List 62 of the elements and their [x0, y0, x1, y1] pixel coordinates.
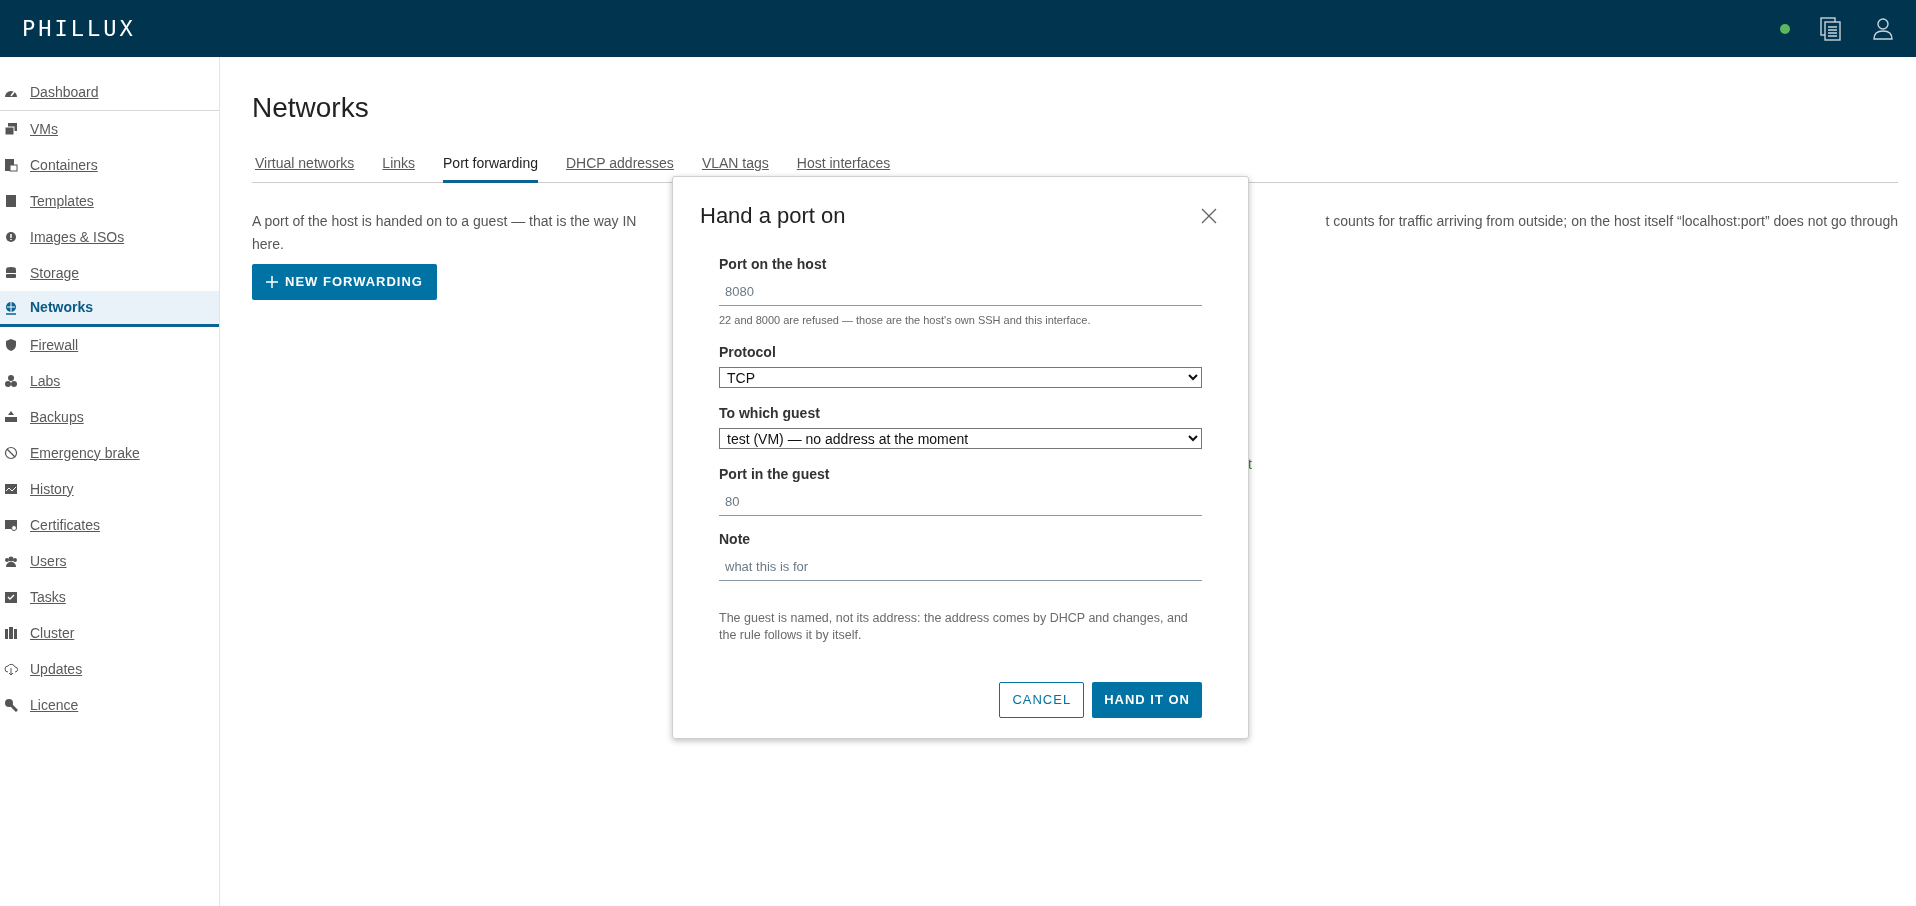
- cloud-download-icon: [4, 662, 18, 676]
- sidebar-item[interactable]: History: [0, 471, 219, 507]
- sidebar-item[interactable]: Users: [0, 543, 219, 579]
- database-icon: [4, 266, 18, 280]
- sidebar-item[interactable]: Emergency brake: [0, 435, 219, 471]
- field-label: Note: [719, 529, 752, 549]
- tab[interactable]: Links: [382, 153, 416, 183]
- sidebar-item[interactable]: Updates: [0, 651, 219, 687]
- sidebar-item[interactable]: Storage: [0, 255, 219, 291]
- tab[interactable]: VLAN tags: [701, 153, 769, 183]
- sidebar-item[interactable]: Firewall: [0, 327, 219, 363]
- new-forwarding-button[interactable]: NEW FORWARDING: [252, 264, 437, 300]
- dropdown[interactable]: test (VM) — no address at the moment: [719, 428, 1202, 449]
- description-text: t counts for traffic arriving from outside; on the host itself “localhost:port” does not go through: [1325, 212, 1898, 231]
- sidebar-item[interactable]: Dashboard: [0, 75, 219, 111]
- close-icon[interactable]: [1201, 207, 1217, 224]
- dropdown[interactable]: TCP: [719, 367, 1202, 388]
- sidebar-item[interactable]: Certificates: [0, 507, 219, 543]
- users-icon: [4, 554, 18, 568]
- input-field[interactable]: 80: [719, 487, 1202, 516]
- hand-it-on-button[interactable]: HAND IT ON: [1092, 681, 1202, 718]
- plus-icon: [266, 276, 278, 288]
- description-text: here.: [252, 236, 284, 252]
- exclamation-circle-icon: [4, 230, 18, 244]
- sidebar-item[interactable]: Containers: [0, 147, 219, 183]
- chart-icon: [4, 482, 18, 496]
- sidebar-item[interactable]: Images & ISOs: [0, 219, 219, 255]
- page-title: Networks: [252, 91, 370, 125]
- stacked-squares-icon: [4, 122, 18, 136]
- user-icon[interactable]: [1872, 16, 1894, 41]
- dialog-note: The guest is named, not its address: the address comes by DHCP and changes, and the rule follows it by itself.: [719, 609, 1189, 644]
- tab[interactable]: Virtual networks: [255, 153, 355, 183]
- tab[interactable]: Host interfaces: [796, 153, 891, 183]
- field-label: To which guest: [719, 403, 821, 423]
- field-label: Port in the guest: [719, 464, 831, 484]
- sidebar-item[interactable]: Networks: [0, 291, 219, 327]
- input-field[interactable]: what this is for: [719, 552, 1202, 581]
- calendar-check-icon: [4, 590, 18, 604]
- field-label: Port on the host: [719, 255, 828, 274]
- field-hint: 22 and 8000 are refused — those are the host's own SSH and this interface.: [719, 313, 1092, 328]
- certificate-icon: [4, 518, 18, 532]
- sidebar-item[interactable]: Backups: [0, 399, 219, 435]
- sidebar-item[interactable]: VMs: [0, 111, 219, 147]
- globe-icon: [4, 300, 18, 315]
- description-text: A port of the host is handed on to a guest — that is the way IN: [252, 212, 637, 231]
- field-label: Protocol: [719, 342, 777, 362]
- documents-icon[interactable]: [1820, 16, 1842, 41]
- input-field[interactable]: 8080: [719, 278, 1202, 306]
- tab[interactable]: DHCP addresses: [565, 153, 674, 183]
- sidebar-item[interactable]: Labs: [0, 363, 219, 399]
- dialog-title: Hand a port on: [700, 202, 846, 230]
- prohibited-icon: [4, 446, 18, 460]
- sidebar-item[interactable]: Licence: [0, 687, 219, 723]
- tray-icon: [4, 410, 18, 424]
- document-icon: [4, 194, 18, 208]
- cancel-button[interactable]: CANCEL: [999, 681, 1085, 718]
- logo[interactable]: PHILLUX: [22, 12, 136, 45]
- sidebar-item[interactable]: Templates: [0, 183, 219, 219]
- sidebar-item[interactable]: Tasks: [0, 579, 219, 615]
- shield-icon: [4, 338, 18, 352]
- sidebar-item[interactable]: Cluster: [0, 615, 219, 651]
- tab[interactable]: Port forwarding: [443, 153, 538, 183]
